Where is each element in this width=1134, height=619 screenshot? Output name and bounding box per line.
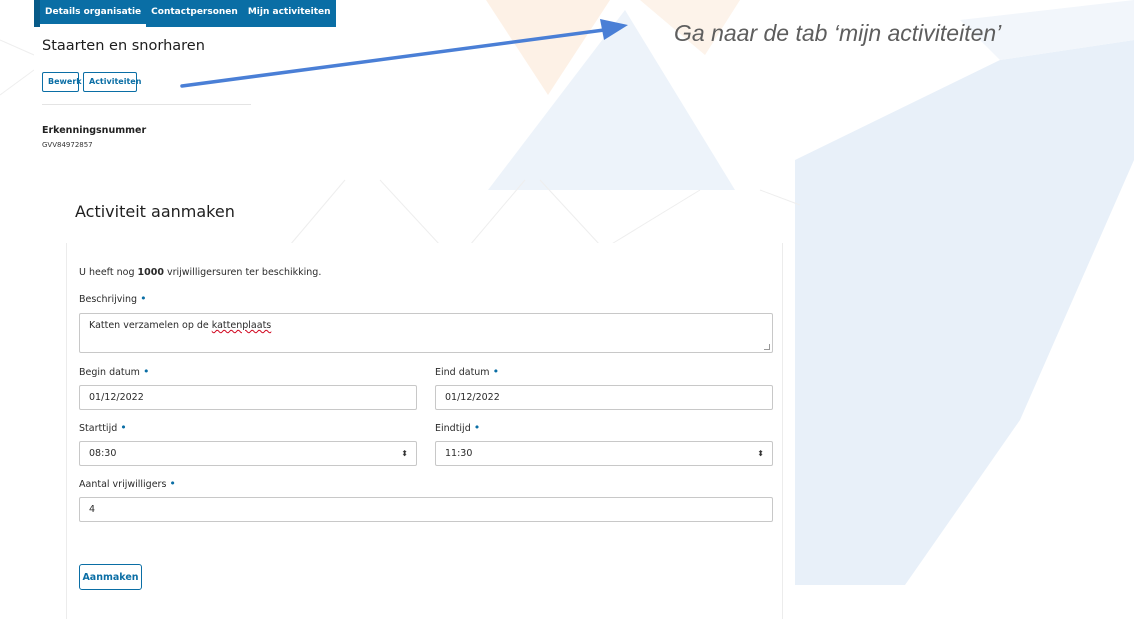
organisation-title: Staarten en snorharen (42, 38, 205, 54)
hours-available-text: U heeft nog 1000 vrijwilligersuren ter b… (79, 267, 322, 278)
aantal-vrijwilligers-input[interactable]: 4 (79, 497, 773, 522)
starttijd-label: Starttijd • (79, 421, 127, 434)
hours-value: 1000 (137, 267, 164, 278)
tab-details-organisatie[interactable]: Details organisatie (40, 0, 147, 27)
section-divider (42, 104, 251, 105)
aanmaken-button[interactable]: Aanmaken (79, 564, 142, 590)
required-marker: • (473, 421, 481, 434)
required-marker: • (142, 365, 150, 378)
required-marker: • (492, 365, 500, 378)
form-title: Activiteit aanmaken (75, 202, 235, 221)
tab-contactpersonen[interactable]: Contactpersonen (146, 0, 243, 27)
edit-button[interactable]: Bewerk (42, 72, 82, 92)
erkenningsnummer-label: Erkenningsnummer (42, 125, 147, 136)
form-panel (66, 243, 783, 619)
eindtijd-select[interactable]: 11:30 ⬍ (435, 441, 773, 466)
beschrijving-label: Beschrijving • (79, 292, 147, 305)
beschrijving-textarea[interactable]: Katten verzamelen op de kattenplaats (79, 313, 773, 353)
begin-datum-input[interactable]: 01/12/2022 (79, 385, 417, 410)
aantal-vrijwilligers-label: Aantal vrijwilligers • (79, 477, 176, 490)
begin-datum-label: Begin datum • (79, 365, 150, 378)
eindtijd-label: Eindtijd • (435, 421, 481, 434)
required-marker: • (169, 477, 176, 490)
select-arrow-icon: ⬍ (401, 449, 408, 458)
resize-handle[interactable] (764, 344, 770, 350)
required-marker: • (140, 292, 147, 305)
activities-button[interactable]: Activiteiten (83, 72, 141, 92)
instruction-text: Ga naar de tab ‘mijn activiteiten’ (674, 20, 1002, 46)
select-arrow-icon: ⬍ (757, 449, 764, 458)
starttijd-select[interactable]: 08:30 ⬍ (79, 441, 417, 466)
bg-blue-large-shape (795, 40, 1134, 585)
eind-datum-label: Eind datum • (435, 365, 500, 378)
erkenningsnummer-value: GVV84972857 (42, 141, 93, 149)
tab-bar: Details organisatie Contactpersonen Mijn… (34, 0, 336, 27)
required-marker: • (120, 421, 127, 434)
spellcheck-word: kattenplaats (211, 320, 272, 331)
tab-mijn-activiteiten[interactable]: Mijn activiteiten (243, 0, 336, 27)
eind-datum-input[interactable]: 01/12/2022 (435, 385, 773, 410)
